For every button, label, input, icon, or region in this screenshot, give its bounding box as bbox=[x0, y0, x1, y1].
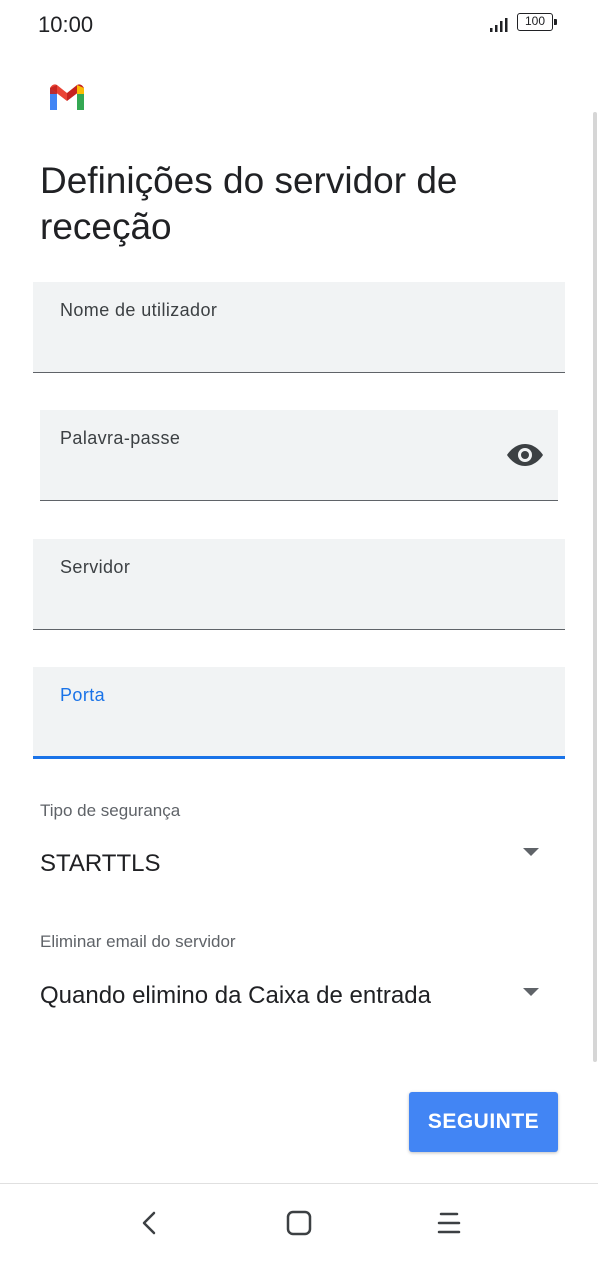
username-label: Nome de utilizador bbox=[60, 300, 218, 320]
battery-level: 100 bbox=[524, 14, 546, 28]
server-label: Servidor bbox=[60, 557, 131, 577]
username-field[interactable]: Nome de utilizador bbox=[33, 282, 565, 373]
password-field[interactable]: Palavra-passe bbox=[40, 410, 558, 501]
security-type-select[interactable]: STARTTLS bbox=[33, 838, 565, 888]
port-label: Porta bbox=[60, 685, 106, 705]
delete-email-label: Eliminar email do servidor bbox=[40, 932, 236, 951]
security-type-value: STARTTLS bbox=[40, 850, 161, 877]
delete-email-select[interactable]: Quando elimino da Caixa de entrada bbox=[33, 970, 565, 1020]
next-button[interactable]: SEGUINTE bbox=[409, 1092, 558, 1152]
signal-bars-icon bbox=[490, 18, 508, 32]
security-type-label: Tipo de segurança bbox=[40, 801, 181, 820]
status-bar: 10:00 100 bbox=[0, 0, 598, 50]
scrollbar[interactable] bbox=[593, 112, 597, 1062]
port-field[interactable]: Porta bbox=[33, 667, 565, 759]
server-field[interactable]: Servidor bbox=[33, 539, 565, 630]
dropdown-arrow-icon bbox=[523, 848, 539, 856]
delete-email-value: Quando elimino da Caixa de entrada bbox=[40, 982, 431, 1009]
password-label: Palavra-passe bbox=[60, 428, 181, 448]
gmail-logo-icon bbox=[50, 84, 84, 110]
battery-icon: 100 bbox=[517, 13, 557, 31]
page-title: Definições do servidor de receção bbox=[40, 160, 458, 247]
status-time: 10:00 bbox=[38, 12, 94, 37]
dropdown-arrow-icon bbox=[523, 988, 539, 996]
eye-icon[interactable] bbox=[506, 442, 544, 468]
home-square-icon[interactable] bbox=[286, 1210, 312, 1236]
menu-lines-icon[interactable] bbox=[437, 1212, 461, 1234]
navigation-bar bbox=[0, 1183, 598, 1263]
back-chevron-icon[interactable] bbox=[140, 1210, 158, 1236]
